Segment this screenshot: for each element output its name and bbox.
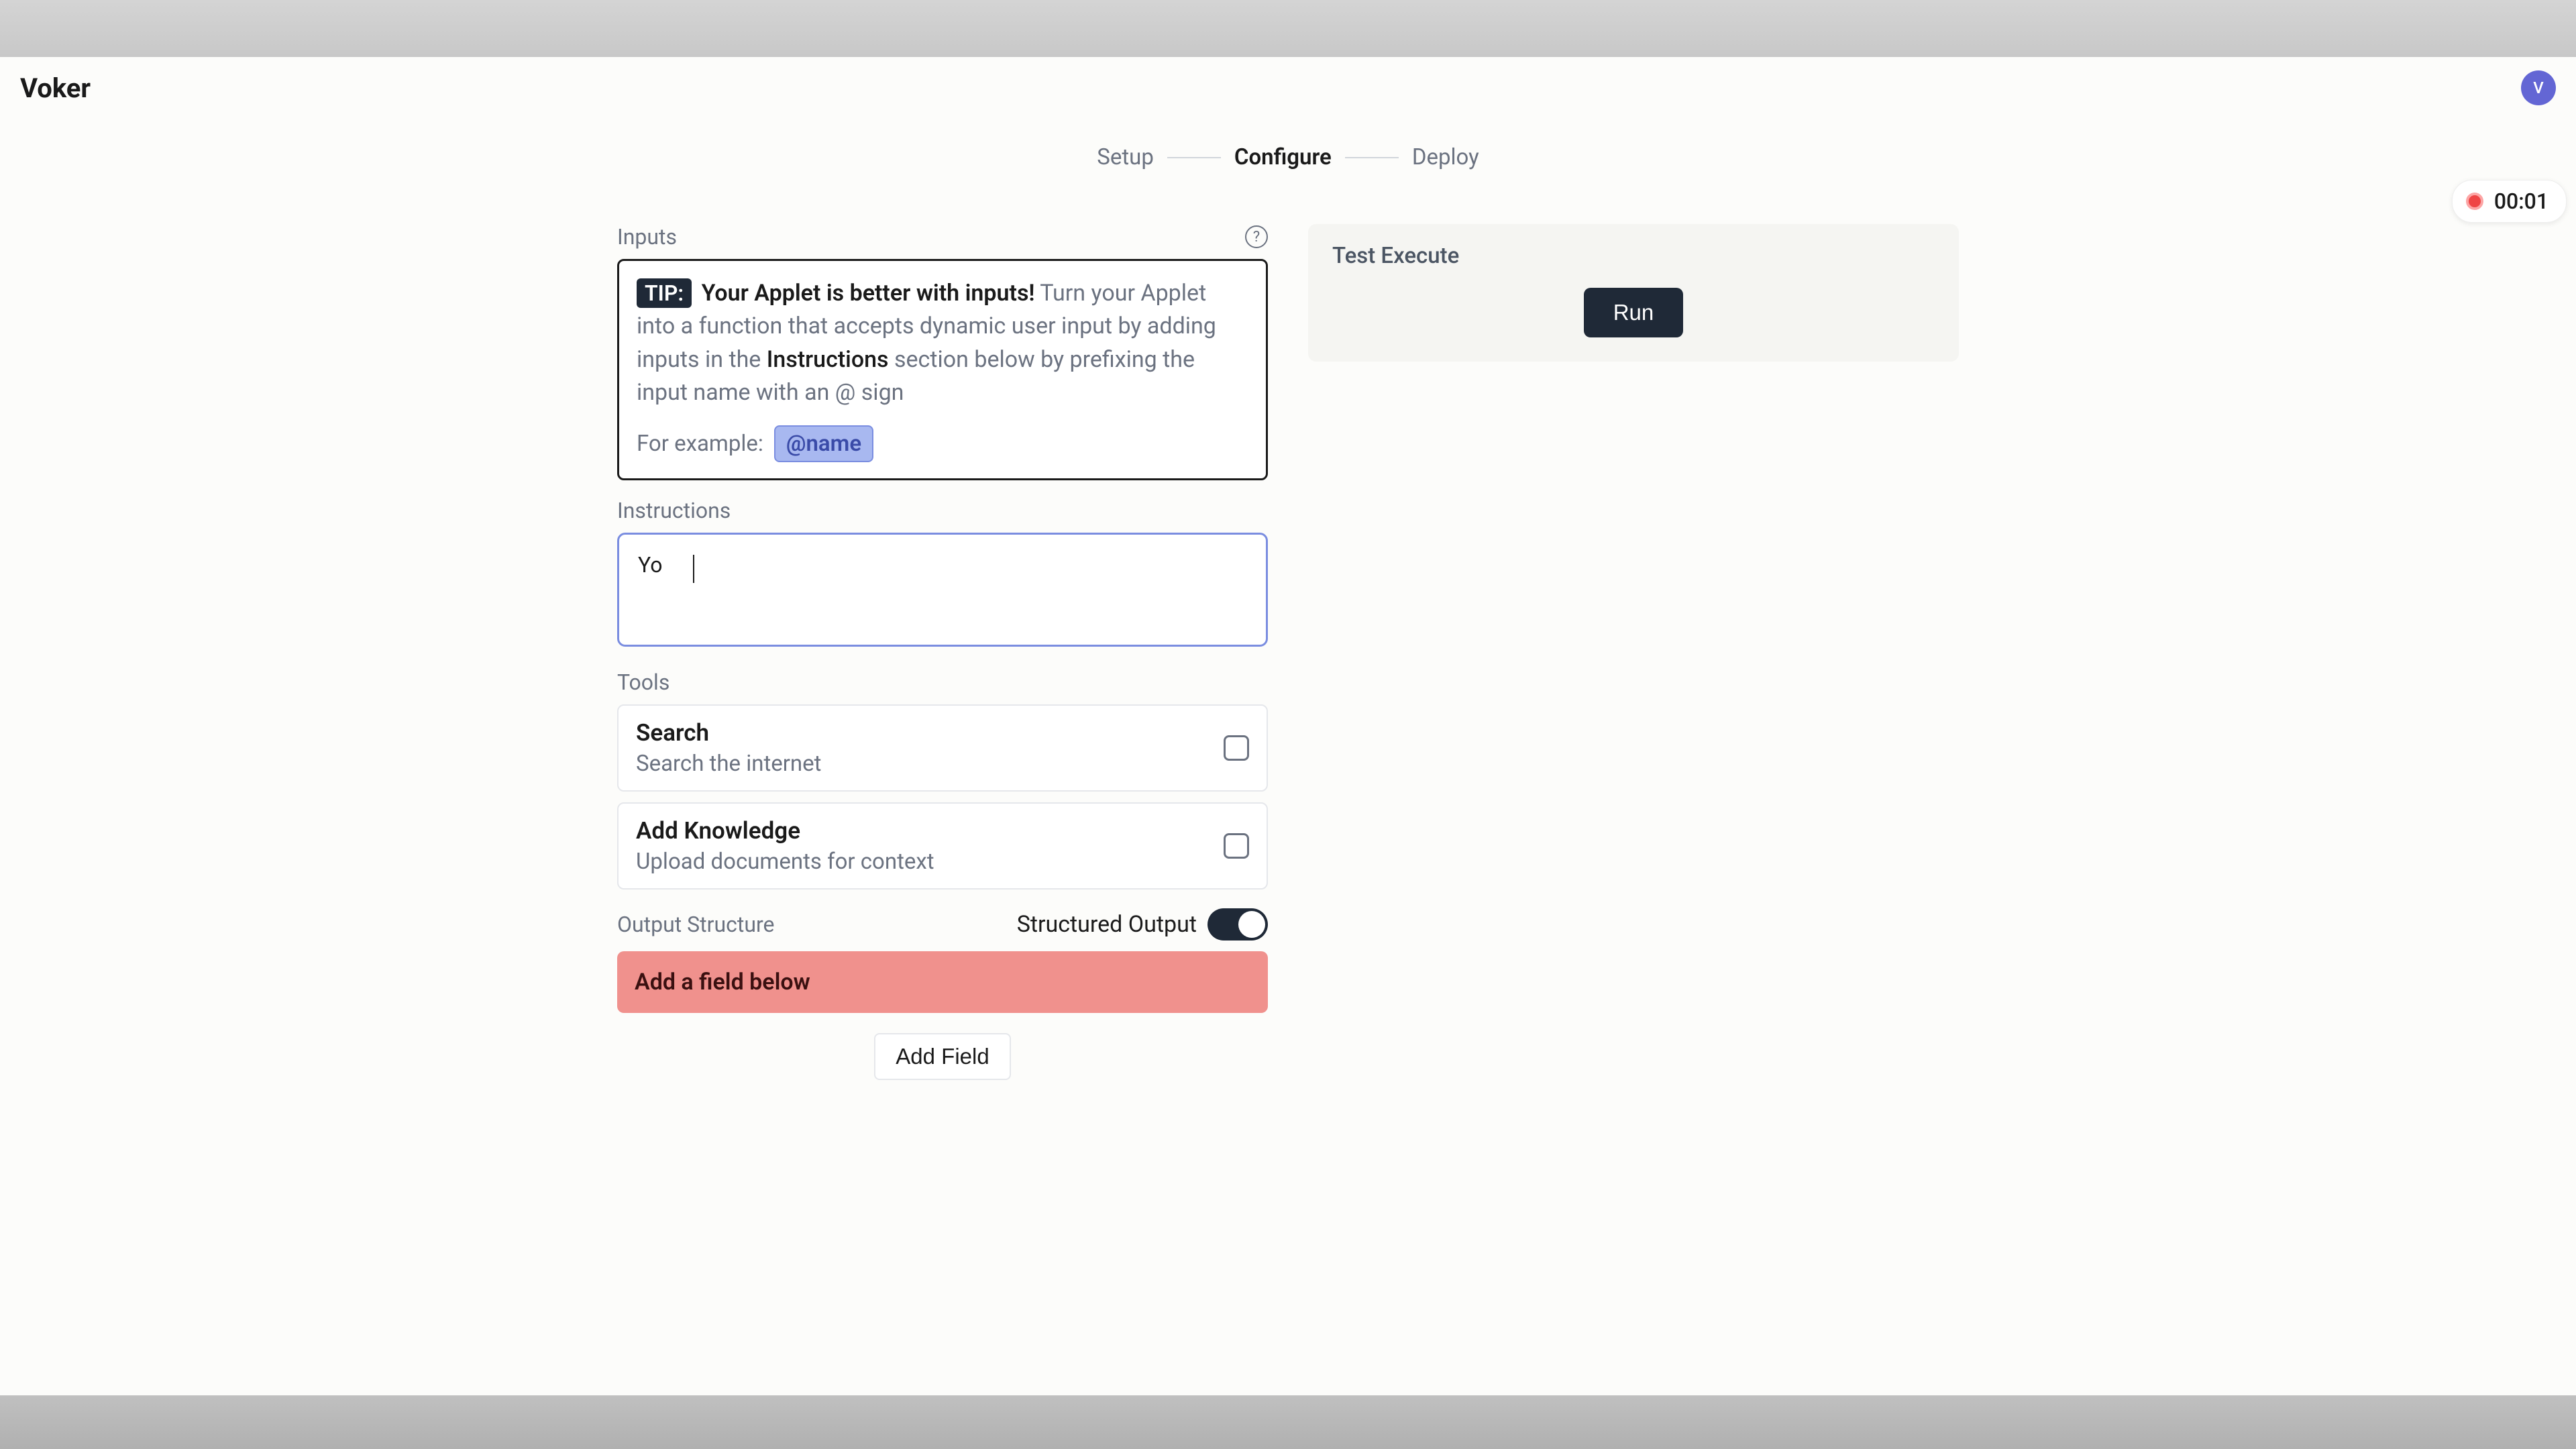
step-deploy[interactable]: Deploy (1412, 144, 1479, 170)
step-divider (1167, 157, 1221, 158)
test-execute-title: Test Execute (1332, 243, 1935, 269)
test-execute-panel: Test Execute Run (1308, 224, 1959, 362)
step-divider (1345, 157, 1399, 158)
tool-search[interactable]: Search Search the internet (617, 704, 1268, 792)
left-column: Inputs ? TIP: Your Applet is better with… (617, 224, 1268, 1080)
example-label: For example: (637, 431, 763, 457)
toggle-wrap: Structured Output (1017, 908, 1268, 941)
output-label: Output Structure (617, 912, 774, 937)
add-field-button[interactable]: Add Field (874, 1033, 1010, 1080)
tip-badge: TIP: (637, 278, 692, 308)
inputs-label: Inputs (617, 224, 677, 250)
tip-strong: Your Applet is better with inputs! (702, 280, 1035, 307)
tool-search-checkbox[interactable] (1224, 735, 1249, 761)
tool-title: Add Knowledge (636, 817, 934, 845)
run-button[interactable]: Run (1584, 288, 1684, 337)
output-header: Output Structure Structured Output (617, 908, 1268, 941)
header: Voker V (0, 57, 2576, 119)
example-row: For example: @name (637, 425, 1248, 462)
tool-knowledge-checkbox[interactable] (1224, 833, 1249, 859)
main-content: Inputs ? TIP: Your Applet is better with… (0, 224, 2576, 1080)
structured-output-toggle[interactable] (1208, 908, 1268, 941)
output-section: Output Structure Structured Output Add a… (617, 908, 1268, 1080)
tip-instructions-word: Instructions (767, 346, 889, 373)
structured-output-label: Structured Output (1017, 911, 1197, 938)
instructions-label: Instructions (617, 498, 1268, 523)
recording-time: 00:01 (2494, 189, 2548, 214)
right-column: Test Execute Run (1308, 224, 1959, 1080)
tool-info: Search Search the internet (636, 719, 821, 777)
tool-info: Add Knowledge Upload documents for conte… (636, 817, 934, 875)
app-logo[interactable]: Voker (20, 72, 91, 104)
window-titlebar (0, 0, 2576, 57)
toggle-knob (1238, 911, 1265, 938)
instructions-text: Yo (638, 552, 662, 578)
tools-section: Tools Search Search the internet Add Kno… (617, 669, 1268, 890)
tool-title: Search (636, 719, 821, 747)
stepper: Setup Configure Deploy (0, 144, 2576, 170)
step-setup[interactable]: Setup (1097, 144, 1154, 170)
example-token: @name (774, 425, 873, 462)
inputs-label-row: Inputs ? (617, 224, 1268, 250)
record-icon (2466, 193, 2483, 210)
add-field-warning: Add a field below (617, 951, 1268, 1013)
recording-indicator[interactable]: 00:01 (2452, 180, 2567, 223)
tool-desc: Upload documents for context (636, 849, 934, 875)
app-window: Voker V Setup Configure Deploy Inputs ? … (0, 57, 2576, 1395)
help-icon[interactable]: ? (1245, 225, 1268, 248)
window-bottom-frame (0, 1395, 2576, 1449)
inputs-tip-box: TIP: Your Applet is better with inputs! … (617, 259, 1268, 480)
tool-add-knowledge[interactable]: Add Knowledge Upload documents for conte… (617, 802, 1268, 890)
tip-text: TIP: Your Applet is better with inputs! … (637, 277, 1248, 409)
instructions-input[interactable]: Yo (617, 533, 1268, 647)
tools-label: Tools (617, 669, 1268, 695)
instructions-section: Instructions Yo (617, 498, 1268, 647)
text-cursor-icon (693, 555, 694, 583)
step-configure[interactable]: Configure (1234, 144, 1332, 170)
tool-desc: Search the internet (636, 751, 821, 777)
avatar[interactable]: V (2521, 70, 2556, 105)
